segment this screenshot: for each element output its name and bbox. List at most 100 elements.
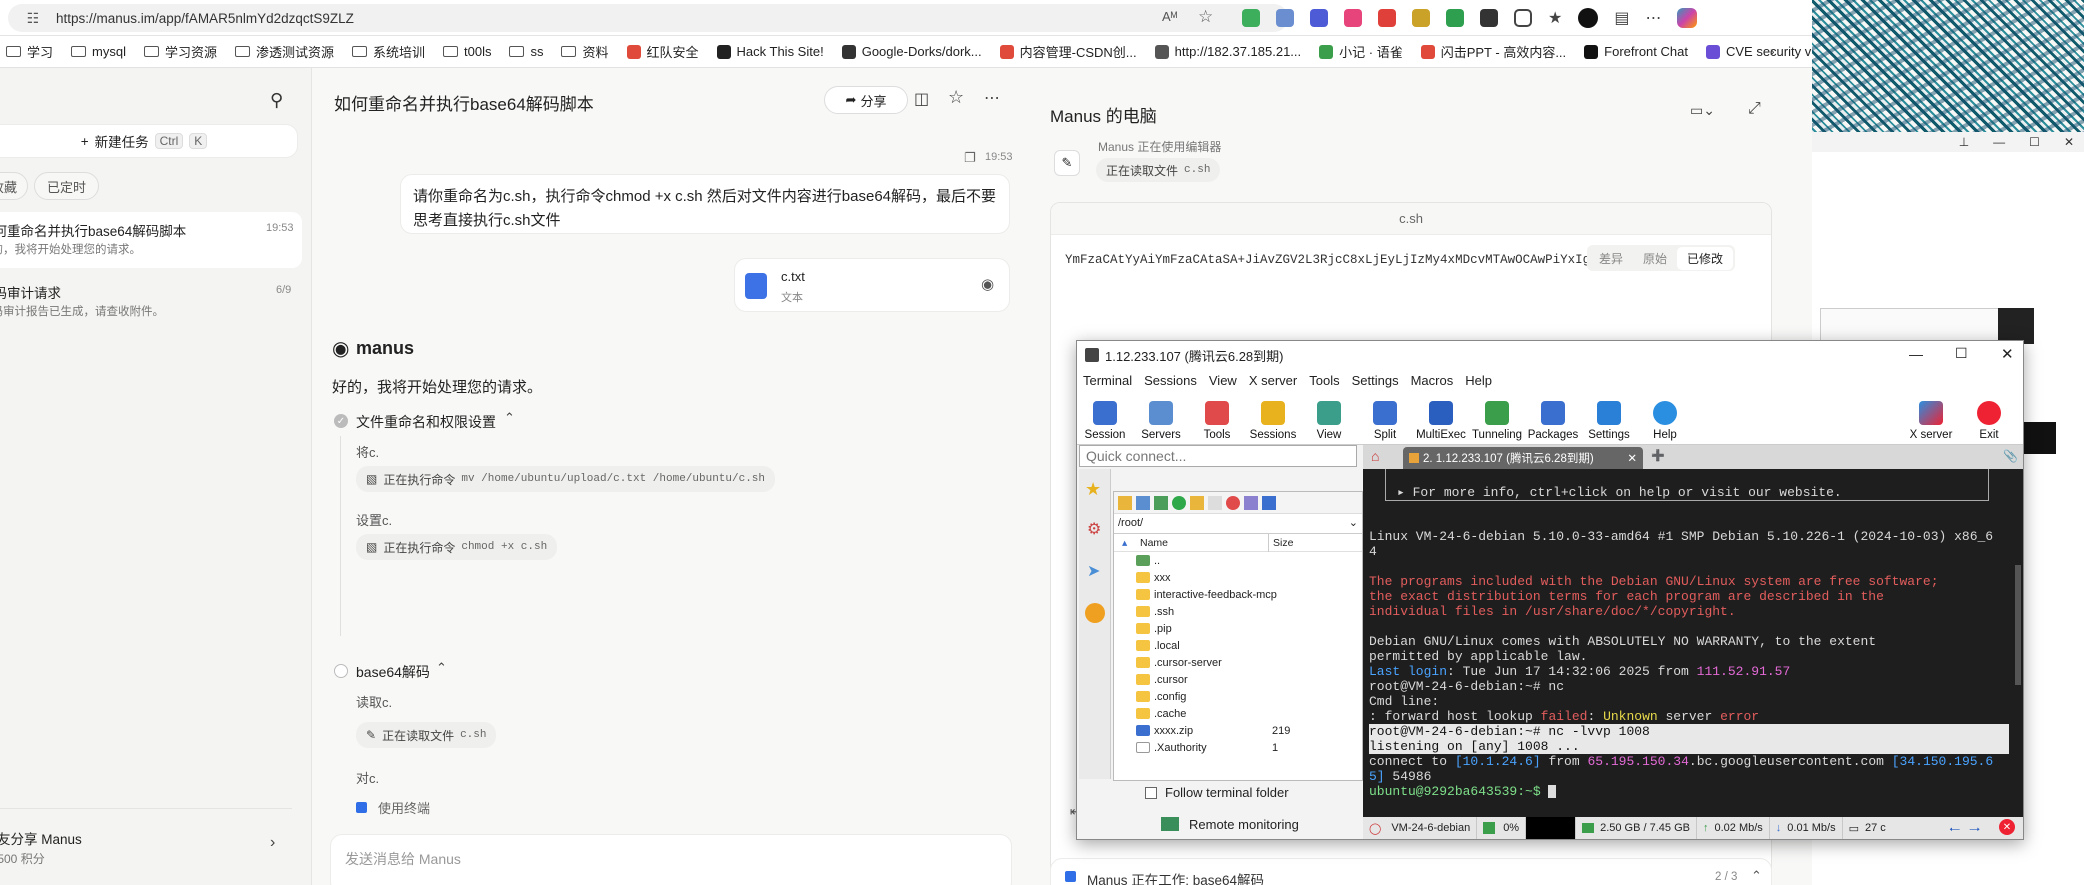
file-row[interactable]: .cursor-server	[1114, 654, 1362, 671]
reading-pill[interactable]: 正在读取文件 c.sh	[1096, 158, 1221, 182]
tab-modified[interactable]: 已修改	[1677, 246, 1734, 270]
new-task-button[interactable]: + 新建任务 Ctrl K	[0, 124, 298, 158]
pin-icon[interactable]: ⊥	[1959, 135, 1969, 149]
file-row[interactable]: .ssh	[1114, 603, 1362, 620]
menu-item[interactable]: View	[1209, 373, 1237, 388]
follow-folder-checkbox[interactable]	[1145, 787, 1157, 799]
bookmark-item[interactable]: Hack This Site!	[716, 44, 824, 59]
star-icon[interactable]: ☆	[948, 87, 964, 108]
bookmark-item[interactable]: Google-Dorks/dork...	[841, 44, 982, 59]
path-field[interactable]: /root/ ⌄	[1114, 514, 1362, 534]
toolbar-button[interactable]: View	[1301, 391, 1357, 445]
preview-eye-icon[interactable]: ◉	[981, 275, 994, 293]
maximize-icon[interactable]: ☐	[1955, 345, 1968, 362]
folder-up-icon[interactable]	[1118, 495, 1132, 510]
copilot-logo-icon[interactable]	[1677, 8, 1698, 28]
extension-icon[interactable]	[1378, 9, 1396, 27]
bookmark-item[interactable]: 学习	[6, 42, 53, 61]
more-icon[interactable]: ⋯	[984, 88, 1000, 108]
chevron-up-icon[interactable]: ⌃	[436, 660, 447, 676]
refresh-icon[interactable]	[1172, 495, 1186, 510]
step-title[interactable]: base64解码	[356, 662, 430, 682]
toolbar-button[interactable]: Servers	[1133, 391, 1189, 445]
file-row[interactable]: .config	[1114, 688, 1362, 705]
toolbar-button[interactable]: Packages	[1525, 391, 1581, 445]
command-pill[interactable]: ▧ 正在执行命令 chmod +x c.sh	[356, 534, 558, 560]
bookmark-item[interactable]: 学习资源	[143, 42, 217, 61]
file-row[interactable]: xxxx.zip 219	[1114, 722, 1362, 739]
minimize-icon[interactable]: —	[1993, 135, 2005, 149]
menu-item[interactable]: Help	[1465, 373, 1492, 388]
url-text[interactable]: https://manus.im/app/fAMAR5nlmYd2dzqctS9…	[56, 11, 354, 26]
quick-connect-input[interactable]: Quick connect...	[1079, 445, 1357, 467]
task-item-active[interactable]: 如何重命名并执行base64解码脚本 好的，我将开始处理您的请求。 19:53	[0, 212, 302, 268]
message-input[interactable]: 发送消息给 Manus	[330, 834, 1012, 885]
bookmark-item[interactable]: t00ls	[443, 44, 491, 59]
upload-icon[interactable]	[1154, 495, 1168, 510]
sessions-star-icon[interactable]: ★	[1085, 479, 1101, 500]
display-mode-icon[interactable]: ▭⌄	[1690, 102, 1715, 119]
session-tab[interactable]: 2. 1.12.233.107 (腾讯云6.28到期) ✕	[1403, 447, 1643, 469]
search-icon[interactable]: ⚲	[270, 90, 283, 111]
read-aloud-icon[interactable]: Aᴹ	[1162, 9, 1177, 24]
bookmark-item[interactable]: mysql	[71, 44, 126, 59]
collapse-icon[interactable]: ⤢	[1748, 100, 1761, 118]
toolbar-button[interactable]: Help	[1637, 391, 1693, 445]
rename-icon[interactable]	[1244, 495, 1258, 510]
permissions-icon[interactable]	[1262, 495, 1276, 510]
close-icon[interactable]: ✕	[2001, 345, 2014, 363]
bookmark-item[interactable]: 渗透测试资源	[234, 42, 334, 61]
maximize-icon[interactable]: ☐	[2029, 135, 2040, 149]
menu-item[interactable]: X server	[1249, 373, 1297, 388]
bookmark-item[interactable]: 系统培训	[352, 42, 425, 61]
bookmark-item[interactable]: Forefront Chat	[1584, 44, 1688, 59]
bookmark-item[interactable]: CVE security vulnera...	[1705, 44, 1812, 59]
files-icon[interactable]: ◫	[914, 89, 929, 109]
chevron-up-icon[interactable]: ⌃	[504, 410, 515, 426]
new-folder-icon[interactable]	[1190, 495, 1204, 510]
close-session-icon[interactable]: ✕	[1999, 819, 2015, 835]
toolbar-button[interactable]: Sessions	[1245, 391, 1301, 445]
new-file-icon[interactable]	[1208, 495, 1222, 510]
minimize-icon[interactable]: —	[1909, 346, 1923, 362]
menu-item[interactable]: Tools	[1309, 373, 1339, 388]
macros-icon[interactable]: ➤	[1087, 561, 1100, 581]
bookmark-item[interactable]: 红队安全	[626, 42, 699, 61]
extensions-icon[interactable]	[1514, 9, 1532, 27]
tab-original[interactable]: 原始	[1633, 247, 1677, 270]
bookmark-item[interactable]: 资料	[561, 42, 609, 61]
bookmark-item[interactable]: http://182.37.185.21...	[1154, 44, 1301, 59]
scroll-left-icon[interactable]: 🠀	[1949, 819, 1960, 843]
toolbar-button[interactable]: Tunneling	[1469, 391, 1525, 445]
delete-icon[interactable]	[1226, 495, 1240, 510]
favorites-icon[interactable]: ★	[1548, 8, 1562, 28]
file-row[interactable]: .local	[1114, 637, 1362, 654]
share-button[interactable]: ➦ 分享	[824, 86, 908, 114]
toolbar-button[interactable]: Tools	[1189, 391, 1245, 445]
file-attachment[interactable]: c.txt 文本 ◉	[734, 258, 1010, 312]
extension-icon[interactable]	[1344, 9, 1362, 27]
profile-icon[interactable]	[1578, 8, 1599, 28]
task-item[interactable]: 代码审计请求 代码审计报告已生成，请查收附件。 6/9	[0, 274, 302, 330]
favorite-star-icon[interactable]: ☆	[1198, 7, 1213, 27]
new-tab-icon[interactable]: ➕	[1651, 449, 1665, 462]
column-name[interactable]: Name	[1140, 537, 1168, 549]
file-row[interactable]: ..	[1114, 552, 1362, 569]
extension-icon[interactable]	[1276, 9, 1294, 27]
bookmark-item[interactable]: 小记 · 语雀	[1319, 42, 1403, 61]
file-row[interactable]: xxx	[1114, 569, 1362, 586]
attach-icon[interactable]: 📎	[2003, 449, 2018, 463]
menu-item[interactable]: Settings	[1352, 373, 1399, 388]
column-size[interactable]: Size	[1268, 533, 1293, 552]
working-status[interactable]: Manus 正在工作: base64解码 2 / 3 ⌃	[1050, 858, 1772, 885]
extension-badge-icon[interactable]	[1310, 9, 1328, 27]
home-icon[interactable]: ⌂	[1371, 448, 1379, 464]
close-icon[interactable]: ✕	[2064, 135, 2074, 149]
extension-shield-icon[interactable]	[1242, 9, 1260, 27]
menu-item[interactable]: Sessions	[1144, 373, 1197, 388]
filter-favorites[interactable]: 收藏	[0, 172, 29, 200]
site-info-icon[interactable]: ☷	[26, 10, 40, 26]
file-row[interactable]: .cache	[1114, 705, 1362, 722]
menu-item[interactable]: Macros	[1411, 373, 1454, 388]
toolbar-button[interactable]: Settings	[1581, 391, 1637, 445]
